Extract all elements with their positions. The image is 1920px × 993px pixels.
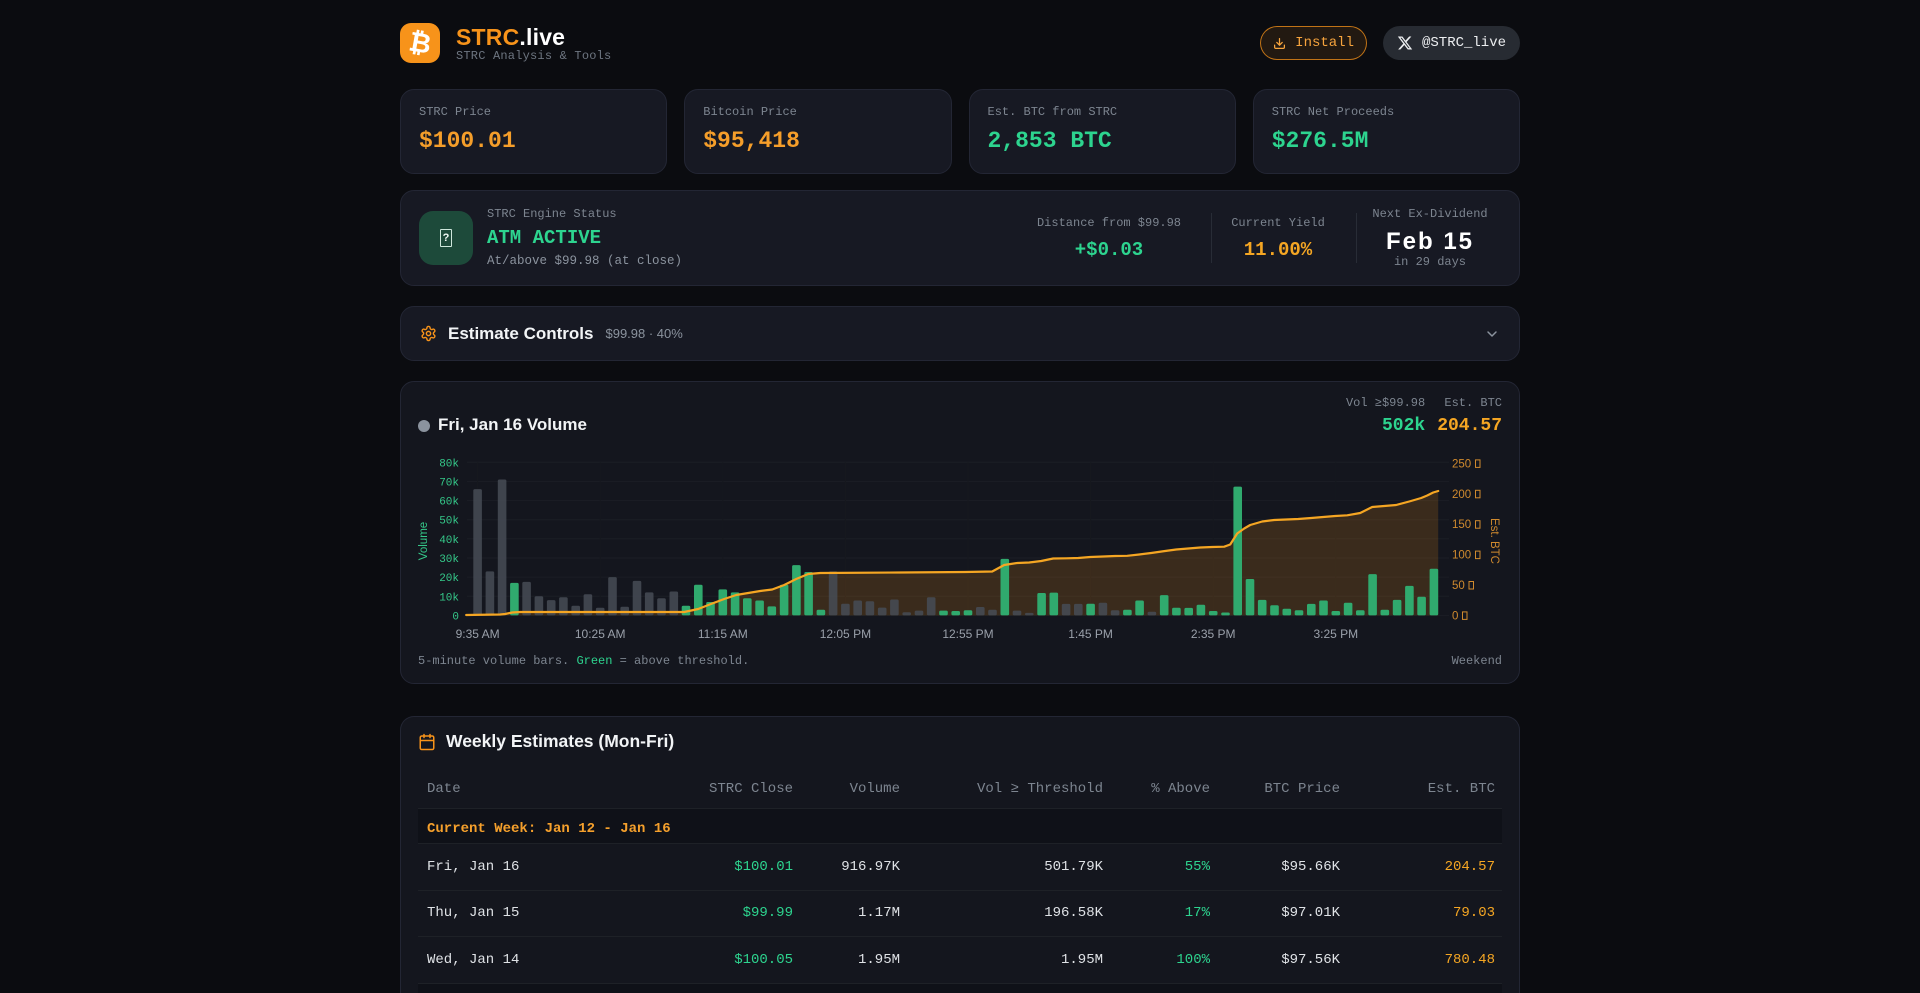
svg-text:1:45 PM: 1:45 PM	[1068, 627, 1113, 641]
svg-text:70k: 70k	[439, 477, 459, 489]
svg-text:Volume: Volume	[418, 522, 430, 560]
svg-text:10k: 10k	[439, 592, 459, 604]
svg-text:150: 150	[1452, 519, 1471, 531]
svg-text:0: 0	[452, 611, 459, 623]
svg-text:60k: 60k	[439, 497, 459, 509]
svg-text:12:55 PM: 12:55 PM	[942, 627, 993, 641]
svg-text:50k: 50k	[439, 516, 459, 528]
svg-text:250: 250	[1452, 458, 1471, 470]
svg-text:3:25 PM: 3:25 PM	[1313, 627, 1358, 641]
svg-text:100: 100	[1452, 550, 1471, 562]
svg-text:10:25 AM: 10:25 AM	[575, 627, 626, 641]
svg-text:12:05 PM: 12:05 PM	[820, 627, 871, 641]
svg-text:20k: 20k	[439, 573, 459, 585]
svg-text:50: 50	[1452, 580, 1465, 592]
svg-text:40k: 40k	[439, 535, 459, 547]
svg-text:80k: 80k	[439, 458, 459, 470]
svg-text:0: 0	[1452, 610, 1458, 622]
svg-text:2:35 PM: 2:35 PM	[1191, 627, 1236, 641]
svg-text:200: 200	[1452, 489, 1471, 501]
svg-text:Est. BTC: Est. BTC	[1488, 518, 1500, 564]
svg-text:30k: 30k	[439, 554, 459, 566]
svg-text:11:15 AM: 11:15 AM	[698, 627, 748, 641]
svg-text:9:35 AM: 9:35 AM	[456, 627, 500, 641]
